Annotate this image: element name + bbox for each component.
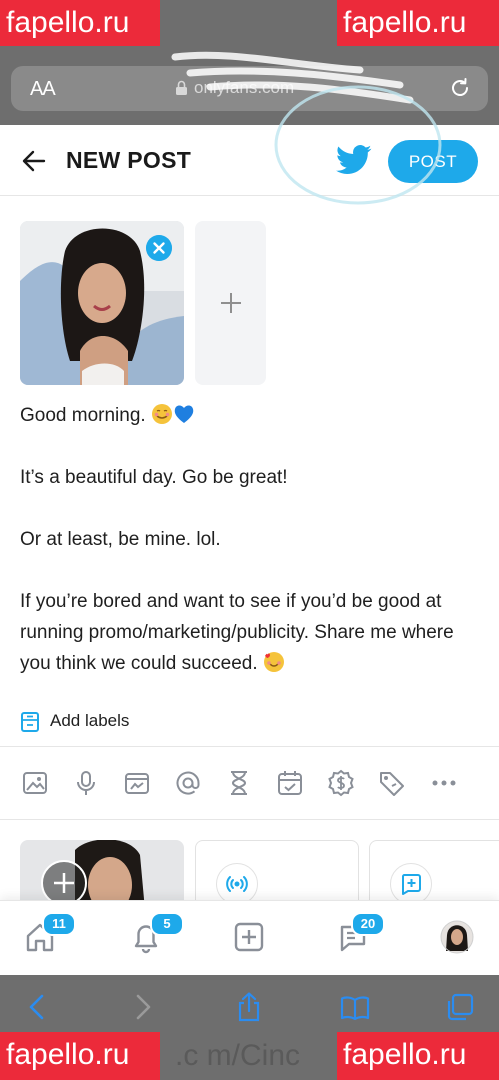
post-text-area[interactable]: Good morning. It’s a beautiful day. Go b… [20, 400, 480, 710]
post-button[interactable]: POST [388, 140, 478, 183]
post-line: If you’re bored and want to see if you’d… [20, 591, 454, 674]
messages-badge: 20 [351, 912, 385, 936]
avatar [440, 920, 474, 954]
smiling-hearts-emoji [263, 652, 284, 672]
tabs-icon[interactable] [445, 991, 475, 1023]
reload-icon[interactable] [448, 76, 472, 100]
watermark: fapello.ru [337, 0, 499, 46]
notifications-badge: 5 [150, 912, 184, 936]
add-post-icon [234, 922, 264, 952]
twitter-icon[interactable] [336, 145, 372, 175]
remove-media-button[interactable] [146, 235, 172, 261]
mention-icon[interactable] [174, 769, 202, 797]
back-arrow-icon[interactable] [20, 147, 48, 175]
stream-icon-circle [216, 863, 258, 905]
nav-new-post[interactable] [231, 919, 267, 955]
hourglass-icon[interactable] [225, 769, 253, 797]
url-text[interactable]: onlyfans.com [194, 78, 294, 98]
app-header: NEW POST POST [0, 125, 499, 196]
vault-icon[interactable] [123, 769, 151, 797]
home-badge: 11 [42, 912, 76, 936]
smiling-emoji [151, 404, 172, 424]
post-line: Or at least, be mine. lol. [20, 529, 221, 550]
calendar-icon[interactable] [276, 769, 304, 797]
nav-profile[interactable] [439, 919, 475, 955]
post-toolbar [0, 746, 499, 820]
browser-back-icon[interactable] [22, 991, 52, 1023]
bookmarks-icon[interactable] [340, 991, 370, 1023]
watermark: fapello.ru [0, 1032, 160, 1080]
watermark: fapello.ru [0, 0, 160, 46]
labels-icon [21, 712, 39, 732]
lock-icon [176, 80, 187, 95]
address-bar[interactable]: AA onlyfans.com [11, 66, 488, 111]
price-icon[interactable] [327, 769, 355, 797]
image-icon[interactable] [21, 769, 49, 797]
nav-notifications[interactable]: 5 [128, 912, 184, 955]
tag-icon[interactable] [378, 769, 406, 797]
browser-forward-icon[interactable] [128, 991, 158, 1023]
post-line: Good morning. [20, 400, 480, 431]
add-story-icon [401, 874, 421, 895]
nav-messages[interactable]: 20 [335, 912, 385, 955]
watermark: fapello.ru [337, 1032, 499, 1080]
new-story-icon-circle [390, 863, 432, 905]
add-labels-label: Add labels [50, 711, 130, 730]
broadcast-icon [226, 876, 248, 892]
blue-heart-emoji [174, 405, 194, 423]
share-icon[interactable] [234, 991, 264, 1023]
add-media-button[interactable] [195, 221, 266, 385]
post-line: It’s a beautiful day. Go be great! [20, 467, 288, 488]
more-icon[interactable] [430, 769, 458, 797]
nav-home[interactable]: 11 [22, 912, 76, 955]
reader-settings-button[interactable]: AA [30, 78, 56, 101]
bottom-navigation: 11 5 20 [0, 900, 499, 976]
bottom-url-fragment: .c m/Cinc [175, 1039, 301, 1072]
plus-icon [221, 293, 241, 313]
page-title: NEW POST [66, 147, 192, 173]
microphone-icon[interactable] [72, 769, 100, 797]
